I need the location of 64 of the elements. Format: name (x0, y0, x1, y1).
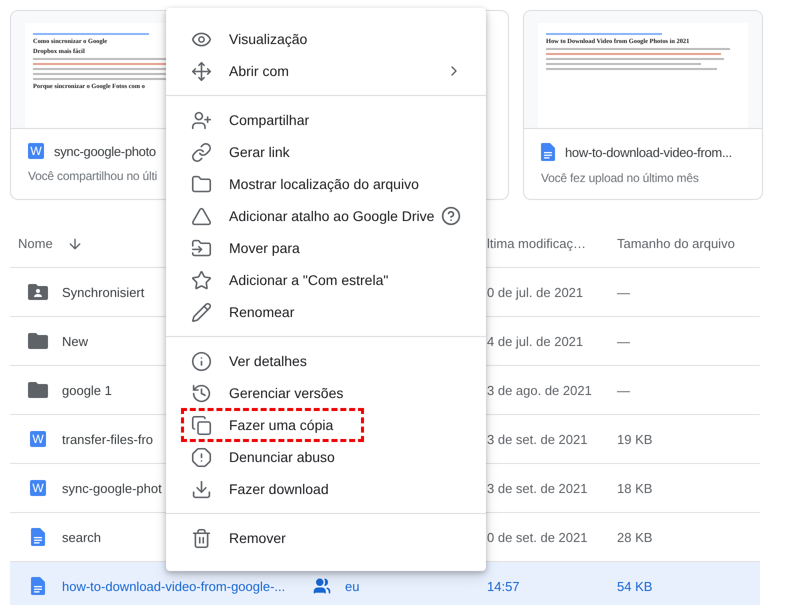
file-name: search (62, 530, 102, 544)
modified-date: 0 de jul. de 2021 (487, 284, 584, 300)
folder-icon (28, 382, 48, 398)
help-icon[interactable] (441, 206, 462, 226)
menu-item-icon (191, 478, 212, 500)
word-file-icon: W (28, 143, 44, 159)
file-name: transfer-files-fro (62, 432, 154, 446)
menu-item-icon (191, 174, 212, 194)
document-icon (31, 528, 45, 546)
file-name: sync-google-phot (62, 480, 162, 496)
menu-item[interactable]: Adicionar a "Com estrela" (166, 264, 486, 296)
owner-text: eu (345, 578, 360, 594)
menu-item-icon (191, 382, 212, 404)
menu-item-icon (191, 528, 212, 548)
shared-folder-icon (28, 284, 48, 300)
modified-date: 3 de set. de 2021 (487, 480, 588, 496)
modified-date: 14:57 (487, 578, 520, 594)
menu-item-icon (191, 350, 212, 372)
file-size: 54 KB (617, 578, 652, 594)
file-row[interactable]: how-to-download-video-from-google-... eu 14:57 54 KB (10, 562, 760, 605)
file-name: how-to-download-video-from... (565, 144, 732, 160)
activity-text: Você compartilhou no últi (28, 169, 158, 183)
menu-item-icon (191, 446, 212, 468)
activity-text: Você fez upload no último mês (541, 171, 700, 185)
word-file-icon: W (30, 480, 46, 496)
menu-item[interactable]: Mover para (166, 232, 486, 264)
menu-item[interactable]: Ver detalhes (166, 345, 486, 377)
file-size: 19 KB (617, 432, 652, 446)
modified-date: 3 de ago. de 2021 (487, 382, 592, 398)
file-size: 18 KB (617, 480, 652, 496)
menu-item-icon (191, 206, 212, 226)
menu-item[interactable]: Adicionar atalho ao Google Drive (166, 200, 486, 232)
modified-date: 4 de jul. de 2021 (487, 334, 584, 348)
menu-item[interactable]: Gerenciar versões (166, 377, 486, 409)
document-icon (31, 577, 45, 595)
menu-item-icon (191, 110, 212, 130)
menu-item[interactable]: Renomear (166, 296, 486, 328)
menu-item-icon (191, 142, 212, 162)
menu-item-icon (191, 414, 212, 436)
file-size: — (617, 334, 630, 348)
column-header[interactable]: Tamanho do arquivo (617, 236, 735, 251)
menu-item-icon (191, 270, 212, 290)
document-icon (541, 143, 555, 161)
file-size: 28 KB (617, 530, 652, 544)
menu-item-icon (191, 302, 212, 322)
menu-item[interactable]: Remover (166, 522, 486, 554)
word-file-icon: W (30, 431, 46, 447)
menu-item[interactable]: Fazer uma cópia (166, 409, 486, 441)
menu-item-icon (191, 60, 212, 82)
menu-item-icon (191, 238, 212, 258)
file-name: New (62, 334, 88, 348)
modified-date: 0 de set. de 2021 (487, 530, 588, 544)
file-name: Synchronisiert (62, 284, 144, 300)
menu-item[interactable]: Denunciar abuso (166, 441, 486, 473)
file-name: google 1 (62, 382, 112, 398)
menu-item[interactable]: Fazer download (166, 473, 486, 505)
file-size: — (617, 284, 630, 300)
file-name: how-to-download-video-from-google-... (62, 578, 286, 594)
modified-date: 3 de set. de 2021 (487, 432, 588, 446)
column-header[interactable]: Nome (18, 236, 53, 251)
file-name: sync-google-photo (54, 144, 156, 158)
file-size: — (617, 382, 630, 398)
folder-icon (28, 333, 48, 349)
column-header[interactable]: ltima modificaç… (487, 236, 586, 251)
